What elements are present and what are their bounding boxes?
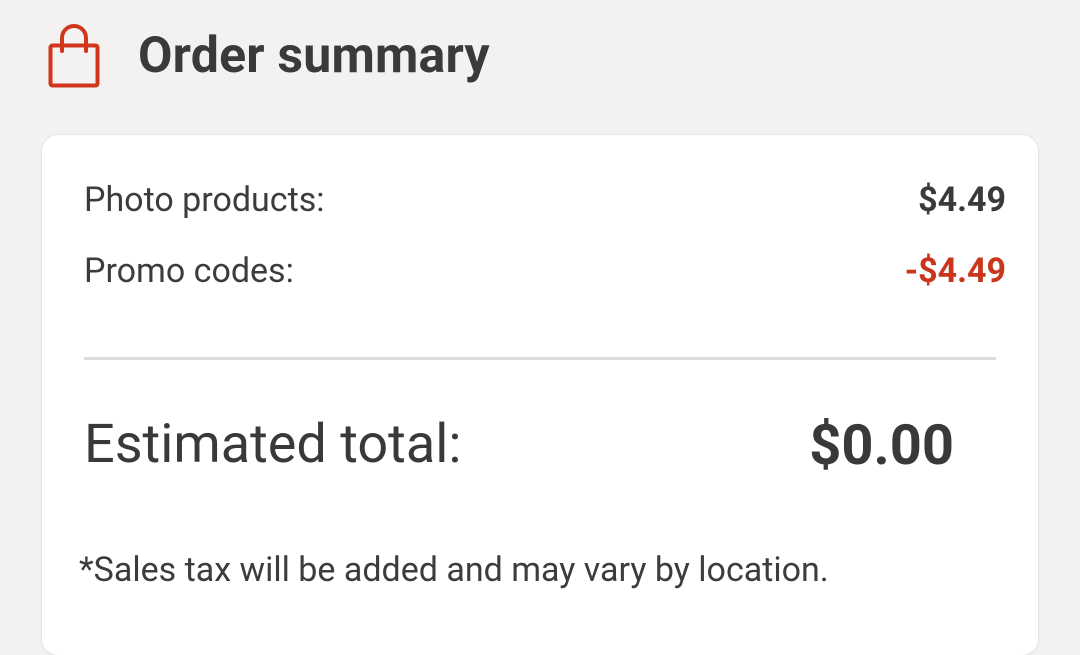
order-summary-header: Order summary [48,22,490,90]
divider [84,357,996,360]
page-title: Order summary [138,27,490,85]
promo-codes-discount: -$4.49 [904,251,1006,291]
promo-codes-row: Promo codes: -$4.49 [84,251,1006,291]
photo-products-row: Photo products: $4.49 [84,180,1006,220]
shopping-bag-icon [48,24,100,88]
sales-tax-note: *Sales tax will be added and may vary by… [79,550,829,590]
estimated-total-row: Estimated total: $0.00 [84,412,954,478]
estimated-total-label: Estimated total: [84,413,462,476]
promo-codes-label: Promo codes: [84,251,294,291]
order-summary-card: Photo products: $4.49 Promo codes: -$4.4… [42,135,1038,655]
estimated-total-value: $0.00 [809,412,954,478]
photo-products-price: $4.49 [918,180,1006,220]
photo-products-label: Photo products: [84,180,325,220]
